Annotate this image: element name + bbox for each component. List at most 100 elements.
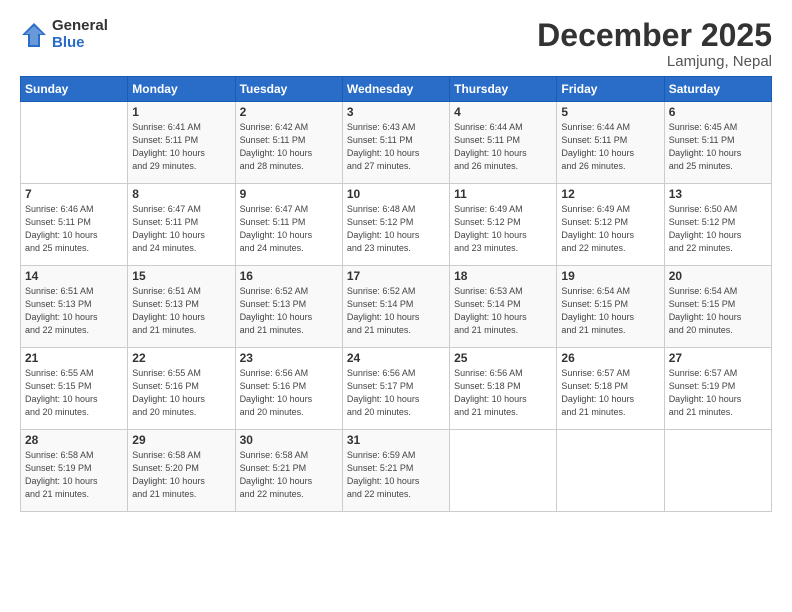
calendar-cell: 21Sunrise: 6:55 AM Sunset: 5:15 PM Dayli… [21, 348, 128, 430]
month-title: December 2025 [537, 18, 772, 53]
calendar-cell: 4 Sunrise: 6:44 AM Sunset: 5:11 PM Daylig… [450, 102, 557, 184]
day-info: Sunrise: 6:52 AM Sunset: 5:14 PM Dayligh… [347, 285, 445, 337]
day-number: 18 [454, 269, 552, 283]
logo-text: General Blue [52, 18, 108, 51]
title-block: December 2025 Lamjung, Nepal [537, 18, 772, 70]
day-number: 11 [454, 187, 552, 201]
calendar-cell: 15Sunrise: 6:51 AM Sunset: 5:13 PM Dayli… [128, 266, 235, 348]
day-number: 29 [132, 433, 230, 447]
day-number: 28 [25, 433, 123, 447]
day-number: 20 [669, 269, 767, 283]
day-number: 9 [240, 187, 338, 201]
calendar-cell [664, 430, 771, 512]
logo-blue: Blue [52, 35, 108, 52]
header-sunday: Sunday [21, 77, 128, 102]
day-info: Sunrise: 6:43 AM Sunset: 5:11 PM Dayligh… [347, 121, 445, 173]
location-subtitle: Lamjung, Nepal [537, 53, 772, 70]
calendar-cell: 6 Sunrise: 6:45 AM Sunset: 5:11 PM Daylig… [664, 102, 771, 184]
day-number: 16 [240, 269, 338, 283]
day-number: 17 [347, 269, 445, 283]
day-info: Sunrise: 6:44 AM Sunset: 5:11 PM Dayligh… [454, 121, 552, 173]
calendar-cell [557, 430, 664, 512]
day-info: Sunrise: 6:54 AM Sunset: 5:15 PM Dayligh… [669, 285, 767, 337]
day-info: Sunrise: 6:46 AM Sunset: 5:11 PM Dayligh… [25, 203, 123, 255]
day-info: Sunrise: 6:55 AM Sunset: 5:15 PM Dayligh… [25, 367, 123, 419]
day-number: 3 [347, 105, 445, 119]
calendar-cell [450, 430, 557, 512]
day-info: Sunrise: 6:51 AM Sunset: 5:13 PM Dayligh… [25, 285, 123, 337]
week-row-4: 28 Sunrise: 6:58 AM Sunset: 5:19 PM Dayli… [21, 430, 772, 512]
day-info: Sunrise: 6:49 AM Sunset: 5:12 PM Dayligh… [561, 203, 659, 255]
header-row: General Blue December 2025 Lamjung, Nepa… [20, 18, 772, 70]
day-info: Sunrise: 6:55 AM Sunset: 5:16 PM Dayligh… [132, 367, 230, 419]
week-row-2: 14Sunrise: 6:51 AM Sunset: 5:13 PM Dayli… [21, 266, 772, 348]
calendar-cell: 16Sunrise: 6:52 AM Sunset: 5:13 PM Dayli… [235, 266, 342, 348]
day-info: Sunrise: 6:47 AM Sunset: 5:11 PM Dayligh… [240, 203, 338, 255]
day-number: 24 [347, 351, 445, 365]
day-number: 23 [240, 351, 338, 365]
day-info: Sunrise: 6:58 AM Sunset: 5:19 PM Dayligh… [25, 449, 123, 501]
calendar-cell: 3 Sunrise: 6:43 AM Sunset: 5:11 PM Daylig… [342, 102, 449, 184]
day-info: Sunrise: 6:45 AM Sunset: 5:11 PM Dayligh… [669, 121, 767, 173]
day-number: 10 [347, 187, 445, 201]
header-monday: Monday [128, 77, 235, 102]
calendar-cell: 12 Sunrise: 6:49 AM Sunset: 5:12 PM Dayli… [557, 184, 664, 266]
day-info: Sunrise: 6:57 AM Sunset: 5:19 PM Dayligh… [669, 367, 767, 419]
header-wednesday: Wednesday [342, 77, 449, 102]
day-info: Sunrise: 6:41 AM Sunset: 5:11 PM Dayligh… [132, 121, 230, 173]
day-info: Sunrise: 6:54 AM Sunset: 5:15 PM Dayligh… [561, 285, 659, 337]
day-number: 22 [132, 351, 230, 365]
calendar-cell: 7Sunrise: 6:46 AM Sunset: 5:11 PM Daylig… [21, 184, 128, 266]
day-info: Sunrise: 6:50 AM Sunset: 5:12 PM Dayligh… [669, 203, 767, 255]
day-number: 1 [132, 105, 230, 119]
calendar-table: SundayMondayTuesdayWednesdayThursdayFrid… [20, 76, 772, 512]
week-row-3: 21Sunrise: 6:55 AM Sunset: 5:15 PM Dayli… [21, 348, 772, 430]
day-info: Sunrise: 6:58 AM Sunset: 5:21 PM Dayligh… [240, 449, 338, 501]
calendar-cell: 27 Sunrise: 6:57 AM Sunset: 5:19 PM Dayli… [664, 348, 771, 430]
calendar-cell: 19Sunrise: 6:54 AM Sunset: 5:15 PM Dayli… [557, 266, 664, 348]
day-number: 4 [454, 105, 552, 119]
calendar-body: 1 Sunrise: 6:41 AM Sunset: 5:11 PM Daylig… [21, 102, 772, 512]
day-info: Sunrise: 6:47 AM Sunset: 5:11 PM Dayligh… [132, 203, 230, 255]
logo-general: General [52, 18, 108, 35]
header-tuesday: Tuesday [235, 77, 342, 102]
day-info: Sunrise: 6:44 AM Sunset: 5:11 PM Dayligh… [561, 121, 659, 173]
calendar-cell: 14Sunrise: 6:51 AM Sunset: 5:13 PM Dayli… [21, 266, 128, 348]
day-info: Sunrise: 6:56 AM Sunset: 5:18 PM Dayligh… [454, 367, 552, 419]
day-info: Sunrise: 6:42 AM Sunset: 5:11 PM Dayligh… [240, 121, 338, 173]
calendar-cell: 8Sunrise: 6:47 AM Sunset: 5:11 PM Daylig… [128, 184, 235, 266]
day-number: 6 [669, 105, 767, 119]
calendar-cell: 13 Sunrise: 6:50 AM Sunset: 5:12 PM Dayli… [664, 184, 771, 266]
day-number: 25 [454, 351, 552, 365]
header-row-days: SundayMondayTuesdayWednesdayThursdayFrid… [21, 77, 772, 102]
calendar-cell: 17 Sunrise: 6:52 AM Sunset: 5:14 PM Dayli… [342, 266, 449, 348]
calendar-page: General Blue December 2025 Lamjung, Nepa… [0, 0, 792, 612]
calendar-cell: 11Sunrise: 6:49 AM Sunset: 5:12 PM Dayli… [450, 184, 557, 266]
logo: General Blue [20, 18, 108, 51]
day-number: 13 [669, 187, 767, 201]
day-number: 30 [240, 433, 338, 447]
day-number: 15 [132, 269, 230, 283]
day-info: Sunrise: 6:57 AM Sunset: 5:18 PM Dayligh… [561, 367, 659, 419]
header-saturday: Saturday [664, 77, 771, 102]
day-info: Sunrise: 6:58 AM Sunset: 5:20 PM Dayligh… [132, 449, 230, 501]
day-number: 12 [561, 187, 659, 201]
day-number: 2 [240, 105, 338, 119]
calendar-cell: 29 Sunrise: 6:58 AM Sunset: 5:20 PM Dayli… [128, 430, 235, 512]
day-info: Sunrise: 6:56 AM Sunset: 5:17 PM Dayligh… [347, 367, 445, 419]
logo-icon [20, 21, 48, 49]
day-number: 5 [561, 105, 659, 119]
calendar-cell: 22 Sunrise: 6:55 AM Sunset: 5:16 PM Dayli… [128, 348, 235, 430]
day-number: 26 [561, 351, 659, 365]
calendar-cell: 10Sunrise: 6:48 AM Sunset: 5:12 PM Dayli… [342, 184, 449, 266]
calendar-cell: 18Sunrise: 6:53 AM Sunset: 5:14 PM Dayli… [450, 266, 557, 348]
calendar-cell: 25 Sunrise: 6:56 AM Sunset: 5:18 PM Dayli… [450, 348, 557, 430]
day-number: 27 [669, 351, 767, 365]
calendar-cell: 9 Sunrise: 6:47 AM Sunset: 5:11 PM Daylig… [235, 184, 342, 266]
calendar-cell: 26 Sunrise: 6:57 AM Sunset: 5:18 PM Dayli… [557, 348, 664, 430]
calendar-cell: 28 Sunrise: 6:58 AM Sunset: 5:19 PM Dayli… [21, 430, 128, 512]
header-thursday: Thursday [450, 77, 557, 102]
day-info: Sunrise: 6:59 AM Sunset: 5:21 PM Dayligh… [347, 449, 445, 501]
week-row-1: 7Sunrise: 6:46 AM Sunset: 5:11 PM Daylig… [21, 184, 772, 266]
header-friday: Friday [557, 77, 664, 102]
